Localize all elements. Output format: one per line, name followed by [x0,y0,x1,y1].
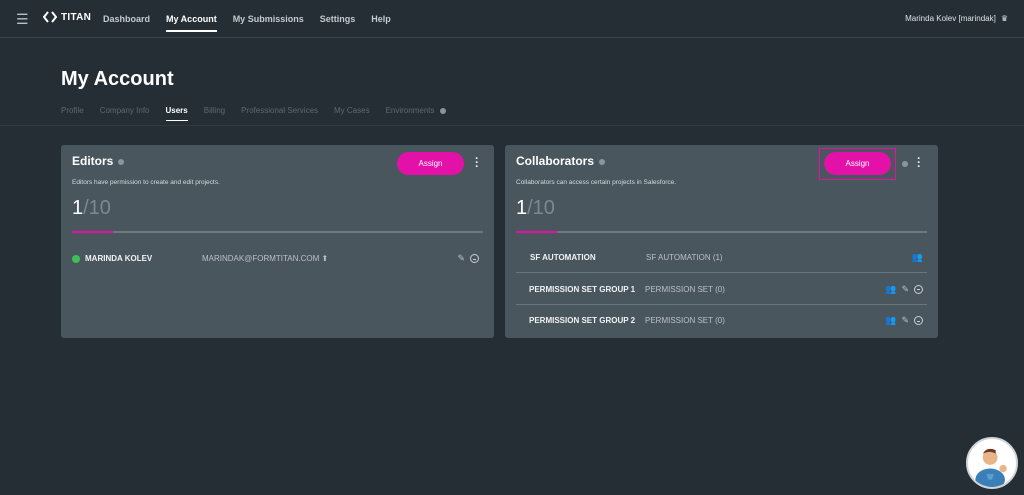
user-email: MARINDAK@FORMTITAN.COM ⬆ [202,254,329,263]
tab-profile[interactable]: Profile [61,106,84,121]
nav-my-submissions[interactable]: My Submissions [233,0,304,38]
nav-help[interactable]: Help [371,0,391,38]
nav-dashboard[interactable]: Dashboard [103,0,150,38]
table-row: PERMISSION SET GROUP 1 PERMISSION SET (0… [516,274,927,305]
tab-label: Environments [385,106,435,115]
info-icon [118,158,125,165]
card-description: Collaborators can access certain project… [516,179,677,186]
row-type: PERMISSION SET (0) [645,284,725,294]
collaborators-card: Collaborators Assign · · · Collaborators c… [505,145,938,338]
row-name: PERMISSION SET GROUP 2 [529,316,636,325]
crown-icon: ♛ [1000,14,1008,23]
user-menu[interactable]: Marinda Kolev [marindak] ♛ [905,14,1008,23]
card-title: Editors [72,154,125,168]
row-name: PERMISSION SET GROUP 1 [529,284,636,294]
support-chat-avatar[interactable] [966,437,1018,489]
titan-logo-icon [43,11,57,23]
assign-collaborators-button[interactable]: Assign [824,152,891,175]
more-options-icon[interactable]: · · · [916,154,922,173]
card-description: Editors have permission to create and ed… [72,179,220,186]
divider [0,125,1024,126]
row-type: SF AUTOMATION (1) [646,252,723,262]
nav-my-account[interactable]: My Account [166,0,217,38]
group-icon[interactable]: 👥 [912,252,923,263]
usage-progress [72,231,483,233]
top-nav: ☰ TITAN Dashboard My Account My Submissi… [0,0,1024,38]
usage-progress [516,231,927,233]
edit-icon[interactable]: ✎ [457,253,465,264]
tab-users[interactable]: Users [165,106,189,121]
info-icon [902,161,908,167]
tab-professional-services[interactable]: Professional Services [241,106,318,121]
edit-icon[interactable]: ✎ [901,284,909,295]
group-icon[interactable]: 👥 [885,315,896,326]
assign-editors-button[interactable]: Assign [397,152,464,175]
table-row: MARINDA KOLEV MARINDAK@FORMTITAN.COM ⬆ ✎ [72,243,483,274]
user-name: MARINDA KOLEV [85,254,153,263]
table-row: SF AUTOMATION SF AUTOMATION (1) 👥 [516,242,927,273]
table-row: PERMISSION SET GROUP 2 PERMISSION SET (0… [516,305,927,336]
edit-icon[interactable]: ✎ [901,315,909,326]
salesforce-icon: ⬆ [321,254,329,263]
row-name: SF AUTOMATION [530,252,596,262]
active-status-icon [72,254,80,263]
info-icon [439,107,446,114]
tab-billing[interactable]: Billing [204,106,225,121]
brand-name: TITAN [61,11,92,23]
remove-icon[interactable] [914,316,923,325]
user-name: Marinda Kolev [marindak] [905,14,996,23]
tab-environments[interactable]: Environments [386,106,446,121]
menu-icon[interactable]: ☰ [16,11,29,28]
row-type: PERMISSION SET (0) [645,316,725,325]
editors-card: Editors Assign · · · Editors have permissi… [61,145,494,338]
tab-my-cases[interactable]: My Cases [334,106,370,121]
more-options-icon[interactable]: · · · [474,154,480,173]
group-icon[interactable]: 👥 [885,284,896,295]
logo[interactable]: TITAN [43,11,91,23]
superhero-mascot-icon [975,448,1007,487]
nav-settings[interactable]: Settings [320,0,356,38]
usage-count: 1/10 [72,197,111,219]
usage-count: 1/10 [516,197,555,219]
card-title: Collaborators [516,154,606,168]
remove-icon[interactable] [914,284,923,294]
info-icon [599,158,606,165]
page-title: My Account [61,68,174,90]
tab-company-info[interactable]: Company Info [100,106,150,121]
remove-icon[interactable] [470,254,479,263]
